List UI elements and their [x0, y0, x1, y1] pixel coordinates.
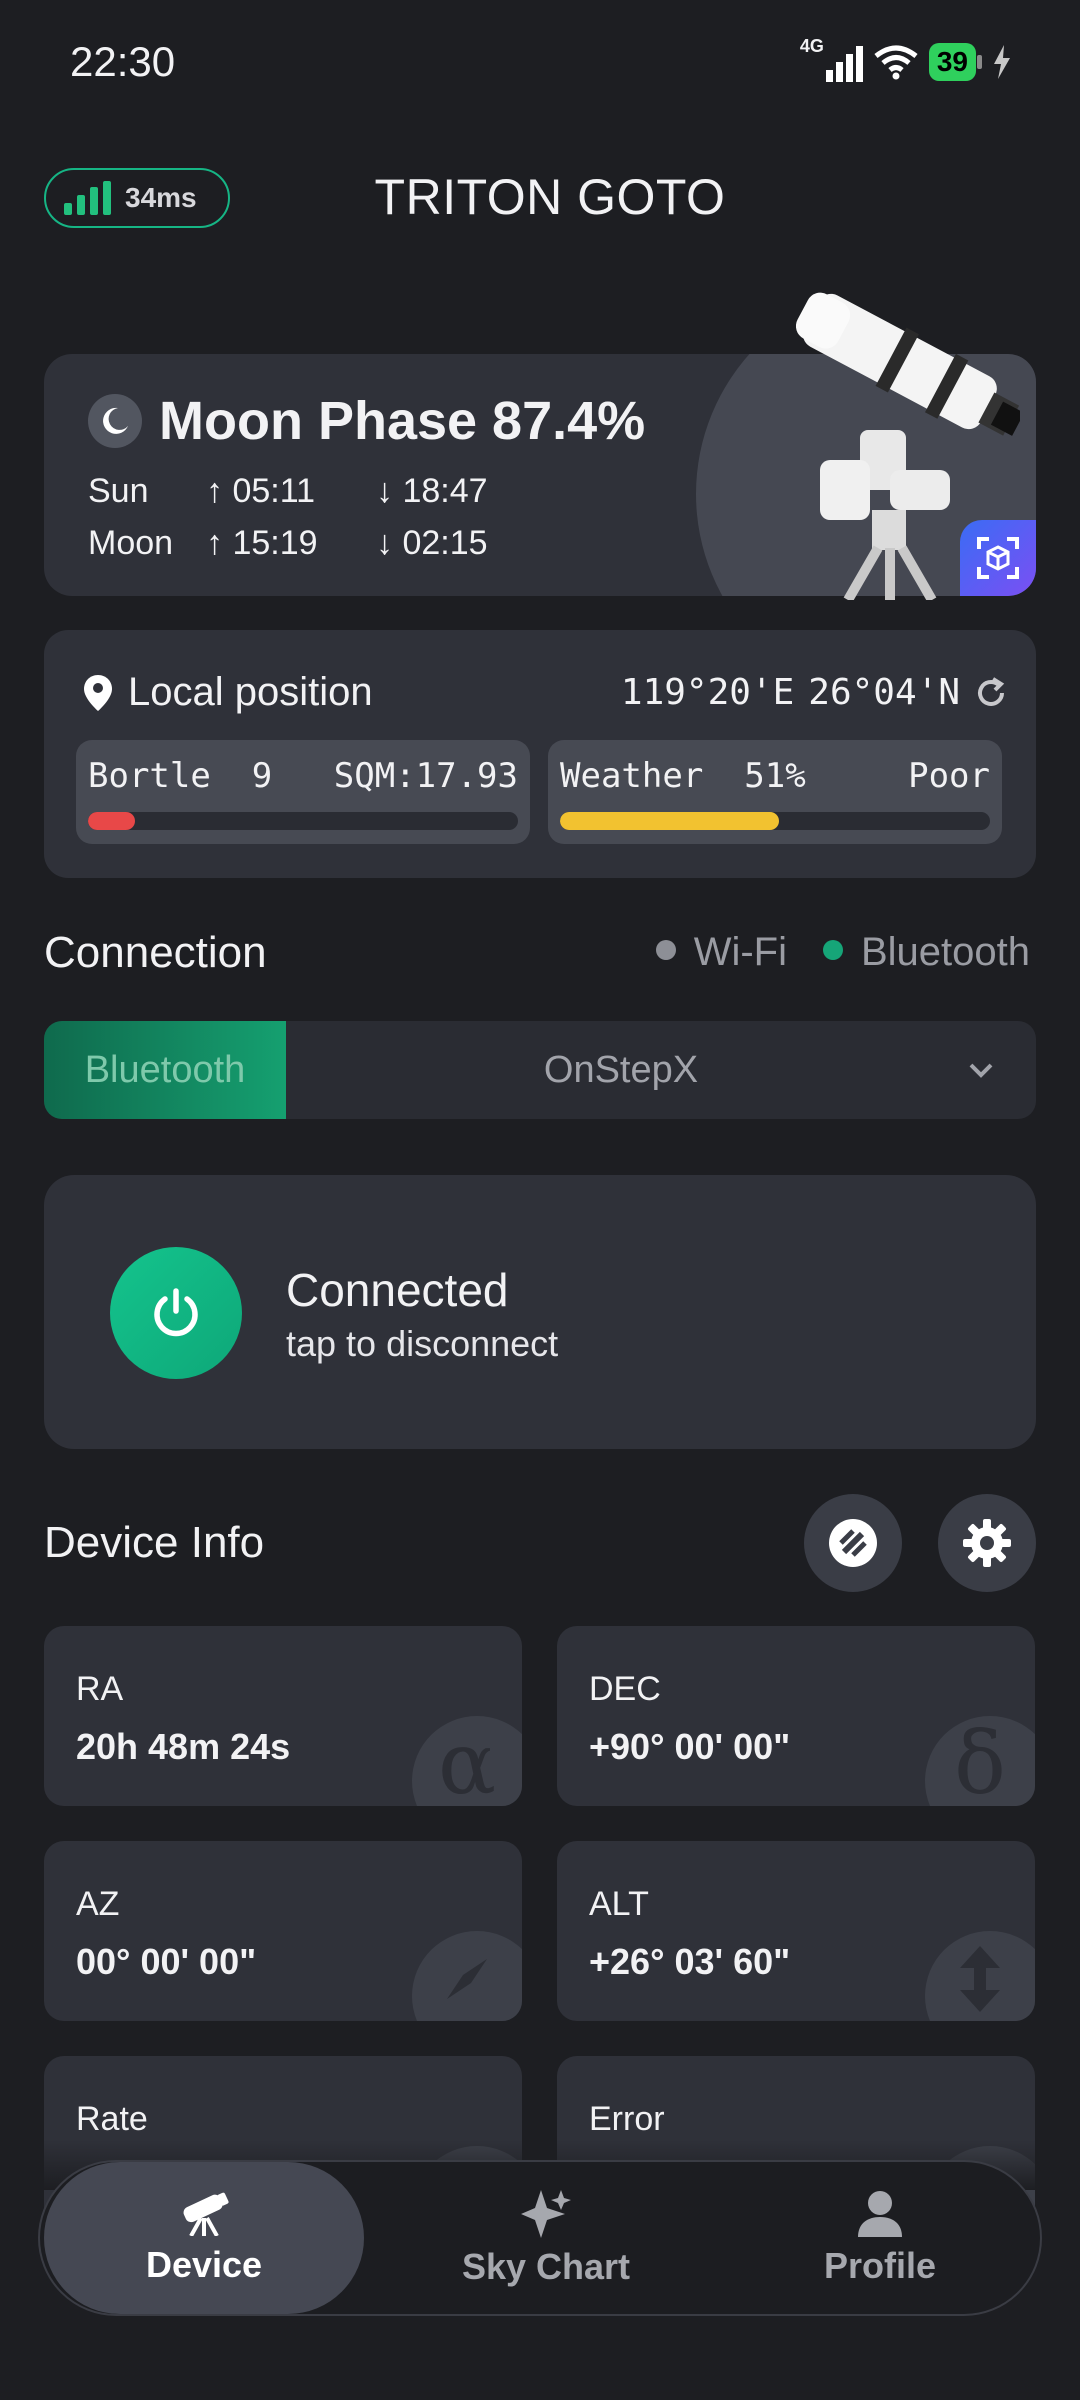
connection-title: Connection [44, 928, 267, 977]
coordinates: 119°20'E 26°04'N [621, 672, 1008, 713]
az-value: 00° 00' 00" [76, 1941, 257, 1982]
location-pin-icon [84, 674, 112, 711]
vertical-arrows-icon [925, 1931, 1035, 2021]
refresh-icon[interactable] [974, 676, 1008, 710]
dec-card: DEC +90° 00' 00" δ [557, 1626, 1035, 1806]
alt-value: +26° 03' 60" [589, 1941, 791, 1982]
settings-button[interactable] [938, 1494, 1036, 1592]
connection-type-toggle: Wi-Fi Bluetooth [655, 930, 1030, 975]
bortle-meter: Bortle 9 SQM:17.93 [76, 740, 530, 844]
sun-times-row: Sun ↑ 05:11 ↓ 18:47 [88, 472, 546, 511]
app-title: TRITON GOTO [374, 169, 726, 225]
bortle-label: Bortle 9 [88, 756, 273, 796]
wifi-icon [874, 45, 918, 80]
ra-card: RA 20h 48m 24s α [44, 1626, 522, 1806]
charging-icon [994, 45, 1010, 79]
error-label: Error [589, 2100, 665, 2138]
cellular-signal-icon: 4G [800, 36, 863, 82]
network-type: 4G [799, 36, 824, 56]
stop-tracking-button[interactable] [804, 1494, 902, 1592]
device-selector[interactable]: Bluetooth OnStepX [44, 1021, 1036, 1119]
connection-status: Connected [286, 1264, 509, 1316]
latitude: 26°04'N [808, 672, 960, 713]
status-icons: 4G 39 [800, 36, 1012, 86]
dec-value: +90° 00' 00" [589, 1726, 791, 1767]
moonrise-time: ↑ 15:19 [206, 524, 318, 562]
sunset-time: ↓ 18:47 [376, 472, 488, 510]
wifi-option[interactable]: Wi-Fi [655, 930, 787, 975]
weather-meter: Weather 51% Poor [548, 740, 1002, 844]
user-icon [858, 2191, 902, 2237]
delta-icon: δ [925, 1714, 1035, 1806]
rate-label: Rate [76, 2100, 148, 2138]
longitude: 119°20'E [620, 672, 795, 713]
no-tracking-icon [829, 1519, 877, 1567]
sun-label: Sun [88, 472, 149, 510]
weather-quality: Poor [908, 756, 990, 796]
nav-device[interactable]: Device [44, 2162, 364, 2314]
moon-label: Moon [88, 524, 174, 562]
selected-device: OnStepX [543, 1048, 699, 1091]
az-label: AZ [76, 1885, 120, 1923]
alpha-icon: α [412, 1714, 522, 1806]
nav-sky-chart[interactable]: Sky Chart [386, 2162, 706, 2314]
status-time: 22:30 [70, 38, 176, 85]
nav-profile-label: Profile [823, 2245, 937, 2286]
telescope-illustration [795, 292, 1020, 600]
device-info-title: Device Info [44, 1518, 265, 1567]
weather-label: Weather 51% [560, 756, 806, 796]
weather-bar [560, 812, 780, 830]
moon-icon [88, 394, 142, 448]
ra-value: 20h 48m 24s [76, 1726, 291, 1767]
power-button[interactable] [110, 1247, 242, 1379]
battery-level: 39 [928, 43, 983, 81]
dec-label: DEC [589, 1670, 661, 1708]
connection-status-card[interactable]: Connected tap to disconnect [44, 1175, 1036, 1449]
bortle-bar [88, 812, 136, 830]
nav-profile[interactable]: Profile [720, 2162, 1040, 2314]
moonset-time: ↓ 02:15 [376, 524, 488, 562]
chevron-down-icon [969, 1063, 993, 1078]
moon-times-row: Moon ↑ 15:19 ↓ 02:15 [88, 524, 546, 563]
sqm-value: SQM:17.93 [333, 756, 518, 796]
disconnect-hint: tap to disconnect [286, 1323, 559, 1364]
nav-device-label: Device [145, 2244, 263, 2285]
bluetooth-option[interactable]: Bluetooth [822, 930, 1030, 975]
position-title: Local position [128, 670, 373, 714]
alt-label: ALT [589, 1885, 649, 1923]
ra-label: RA [76, 1670, 124, 1708]
connection-mode: Bluetooth [44, 1021, 286, 1119]
bottom-navigation: Device Sky Chart Profile [38, 2160, 1042, 2316]
sparkle-star-icon [521, 2190, 571, 2238]
power-icon [154, 1288, 198, 1337]
alt-card: ALT +26° 03' 60" [557, 1841, 1035, 2021]
nav-sky-chart-label: Sky Chart [461, 2246, 631, 2287]
az-card: AZ 00° 00' 00" [44, 1841, 522, 2021]
local-position-card: Local position 119°20'E 26°04'N Bortle 9… [44, 630, 1036, 878]
telescope-icon [183, 2192, 229, 2236]
gear-icon [963, 1519, 1011, 1567]
compass-icon [412, 1931, 522, 2021]
moon-phase-title: Moon Phase 87.4% [159, 391, 646, 451]
sunrise-time: ↑ 05:11 [206, 472, 316, 510]
position-title-row: Local position [84, 670, 373, 715]
